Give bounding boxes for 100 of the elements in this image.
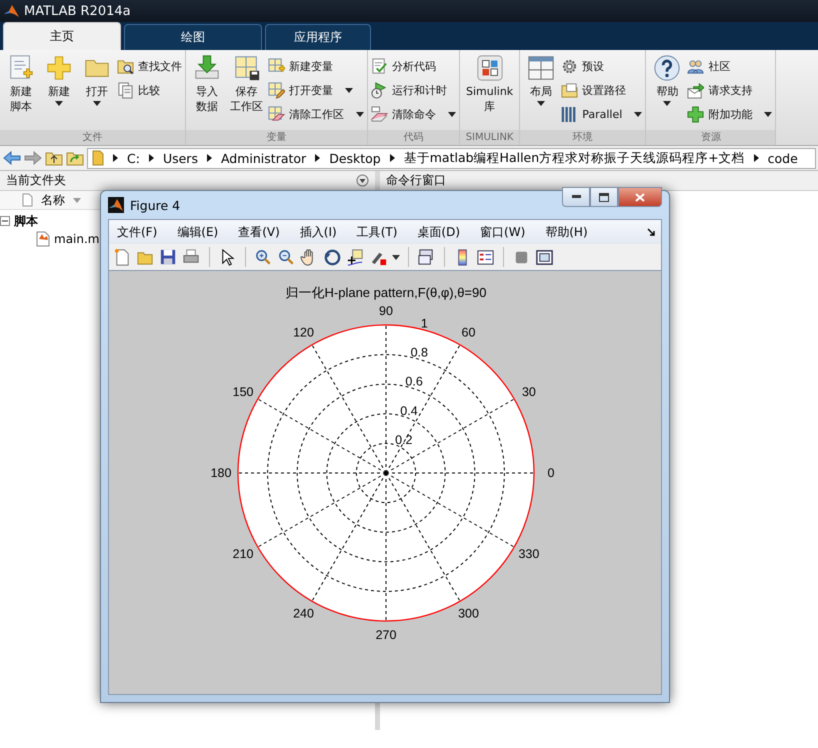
path-segment[interactable]: Desktop [329, 150, 381, 166]
layout-icon [527, 54, 556, 82]
eraser-icon [371, 106, 388, 122]
ribbon-button[interactable]: 布局 [523, 54, 560, 128]
angle-label: 30 [522, 385, 536, 399]
document-check-icon [371, 58, 388, 74]
angle-label: 0 [548, 466, 554, 480]
envelope-arrow-icon [687, 82, 704, 98]
path-field[interactable]: C: Users Administrator Desktop 基于matlab编程Hallen方程求对称振子天线源码程序+文档 code [87, 148, 816, 168]
angle-label: 60 [462, 326, 476, 340]
menu-item[interactable]: 文件(F) [117, 224, 158, 240]
section-label: 文件 [0, 130, 185, 145]
minimize-icon [572, 195, 580, 199]
menu-item[interactable]: 窗口(W) [480, 224, 526, 240]
dock-arrow-icon[interactable] [647, 228, 655, 236]
menu-item[interactable]: 查看(V) [238, 224, 280, 240]
close-icon [635, 192, 645, 202]
angle-label: 180 [210, 466, 232, 480]
folder-icon [92, 150, 104, 166]
ribbon-button[interactable]: 清除命令 [371, 104, 456, 124]
angle-label: 90 [379, 304, 393, 318]
ribbon-button[interactable]: 新建 [41, 54, 77, 128]
radius-label: 0.2 [395, 432, 412, 447]
radius-label: 0.4 [400, 404, 418, 418]
folder-up-icon[interactable] [45, 150, 63, 166]
ribbon-button[interactable]: Simulink 库 [463, 54, 516, 128]
ribbon-button[interactable]: 清除工作区 [268, 104, 364, 124]
grid-save-icon [232, 54, 260, 82]
angle-label: 120 [293, 326, 314, 340]
back-arrow-icon[interactable] [3, 151, 21, 165]
panel-menu-icon[interactable] [356, 174, 369, 187]
radius-label: 0.8 [410, 346, 428, 360]
section-label: 资源 [646, 130, 776, 145]
close-button[interactable] [618, 187, 662, 207]
stopwatch-icon [371, 82, 388, 98]
ribbon-button[interactable]: 打开变量 [268, 80, 364, 100]
ribbon-button[interactable]: 查找文件 [117, 56, 182, 76]
ribbon-button[interactable]: 新建 脚本 [3, 54, 39, 128]
ribbon-button[interactable]: 导入 数据 [189, 54, 225, 128]
path-segment[interactable]: 基于matlab编程Hallen方程求对称振子天线源码程序+文档 [404, 150, 745, 166]
section-label: SIMULINK [460, 130, 520, 145]
path-segment[interactable]: Users [162, 150, 198, 166]
grid-eraser-icon [268, 106, 285, 122]
ribbon-button[interactable]: 附加功能 [687, 104, 772, 124]
minimize-button[interactable] [562, 187, 590, 207]
angle-label: 210 [232, 547, 254, 561]
column-header[interactable]: 名称 [41, 192, 65, 208]
angle-label: 330 [518, 547, 540, 561]
menu-item[interactable]: 桌面(D) [417, 224, 460, 240]
file-item[interactable]: main.m [54, 232, 100, 246]
maximize-icon [599, 192, 609, 202]
ribbon-button[interactable]: 保存 工作区 [227, 54, 266, 128]
path-segment[interactable]: code [768, 150, 798, 166]
ribbon-button[interactable]: 帮助 [649, 54, 686, 128]
save-icon[interactable] [159, 248, 178, 266]
figure-title: Figure 4 [130, 198, 182, 212]
data-cursor-icon[interactable] [346, 248, 365, 266]
menu-item[interactable]: 编辑(E) [177, 224, 218, 240]
caret-icon[interactable] [392, 254, 400, 260]
ribbon-button[interactable]: 请求支持 [687, 80, 772, 100]
folder-item[interactable]: 脚本 [14, 212, 38, 230]
ribbon-button[interactable]: 比较 [117, 80, 182, 100]
rotate-icon[interactable] [323, 248, 342, 266]
menu-item[interactable]: 插入(I) [300, 224, 337, 240]
legend-icon[interactable] [476, 248, 495, 266]
ribbon-button[interactable]: 打开 [79, 54, 115, 128]
ribbon-button[interactable]: 预设 [561, 56, 642, 76]
ribbon-tab[interactable]: 应用程序 [265, 24, 371, 50]
ribbon-button[interactable]: 运行和计时 [371, 80, 456, 100]
maximize-button[interactable] [590, 187, 618, 207]
ribbon-button[interactable]: 社区 [687, 56, 772, 76]
collapse-toggle[interactable] [0, 216, 10, 226]
plus-icon [45, 54, 73, 82]
ribbon-button[interactable]: Parallel [561, 104, 642, 124]
ribbon-button[interactable]: 新建变量 [268, 56, 364, 76]
ribbon-button[interactable]: 分析代码 [371, 56, 456, 76]
block-grid-icon [476, 54, 504, 82]
angle-label: 270 [376, 628, 396, 642]
angle-label: 240 [293, 606, 314, 620]
chevron-icon [390, 154, 395, 162]
zoom-in-icon[interactable] [254, 248, 273, 266]
folder-icon [561, 82, 578, 98]
section-label: 环境 [520, 130, 646, 145]
path-segment[interactable]: Administrator [220, 150, 306, 166]
chevron-icon [206, 154, 212, 162]
ribbon-tab[interactable]: 绘图 [124, 24, 262, 50]
menu-item[interactable]: 帮助(H) [545, 224, 588, 240]
ribbon-button[interactable]: 设置路径 [561, 80, 642, 100]
sort-arrow-icon[interactable] [73, 198, 81, 202]
plus-icon [687, 106, 704, 122]
radius-label: 0.6 [405, 374, 423, 389]
ribbon-tab[interactable]: 主页 [3, 22, 121, 50]
window-icon[interactable] [535, 248, 554, 266]
path-segment[interactable]: C: [127, 150, 140, 166]
zoom-out-icon[interactable] [277, 248, 296, 266]
menu-item[interactable]: 工具(T) [356, 224, 398, 240]
matlab-logo-icon [4, 4, 19, 18]
chevron-icon [148, 154, 154, 162]
panel-title: 当前文件夹 [6, 172, 66, 189]
folder-search-icon [117, 58, 134, 74]
